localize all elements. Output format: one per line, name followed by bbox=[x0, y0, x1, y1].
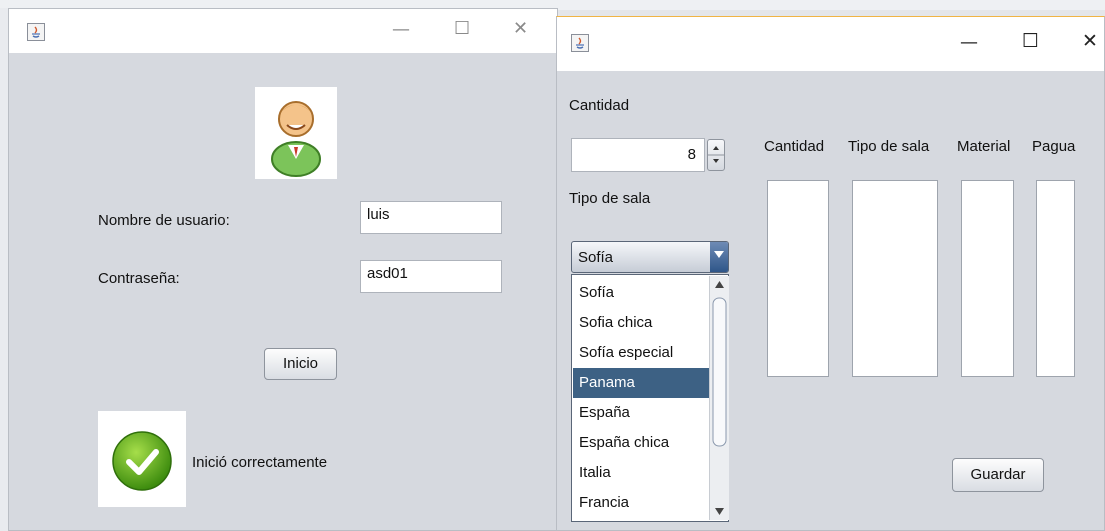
column-header-room-type: Tipo de sala bbox=[848, 138, 930, 155]
scroll-down-icon[interactable] bbox=[715, 508, 724, 515]
avatar bbox=[255, 87, 337, 179]
room-type-combobox[interactable]: Sofía bbox=[571, 241, 729, 273]
password-label: Contraseña: bbox=[98, 270, 180, 287]
order-titlebar: — ☐ ✕ bbox=[557, 17, 1104, 71]
close-button[interactable]: ✕ bbox=[1082, 30, 1098, 52]
maximize-button[interactable]: ☐ bbox=[454, 18, 470, 39]
dropdown-scrollbar[interactable] bbox=[709, 276, 729, 520]
quantity-label: Cantidad bbox=[569, 97, 630, 114]
combo-selected-value: Sofía bbox=[578, 249, 614, 266]
quantity-list[interactable] bbox=[767, 180, 829, 377]
spinner-down-icon[interactable] bbox=[713, 159, 719, 163]
login-window: — ☐ ✕ Nombre de usuario: luis Contraseña… bbox=[8, 8, 558, 531]
dropdown-option[interactable]: España chica bbox=[573, 428, 709, 458]
pagua-list[interactable] bbox=[1036, 180, 1075, 377]
username-label: Nombre de usuario: bbox=[98, 212, 230, 229]
dropdown-option-selected[interactable]: Panama bbox=[573, 368, 709, 398]
column-header-pagua: Pagua bbox=[1032, 138, 1076, 155]
dropdown-option[interactable]: Sofia chica bbox=[573, 308, 709, 338]
maximize-button[interactable]: ☐ bbox=[1022, 30, 1039, 52]
order-window: — ☐ ✕ Cantidad 8 Tipo de sala Sofía Sofí… bbox=[556, 16, 1105, 531]
quantity-spinner-input[interactable]: 8 bbox=[571, 138, 705, 172]
login-button[interactable]: Inicio bbox=[264, 348, 337, 380]
java-app-icon bbox=[27, 23, 45, 41]
room-type-label: Tipo de sala bbox=[569, 190, 651, 207]
minimize-button[interactable]: — bbox=[960, 32, 978, 53]
user-avatar-icon bbox=[271, 101, 321, 177]
checkmark-icon bbox=[112, 431, 172, 491]
scroll-up-icon[interactable] bbox=[715, 281, 724, 288]
dropdown-option[interactable]: Sofía especial bbox=[573, 338, 709, 368]
success-icon-frame bbox=[98, 411, 186, 507]
dropdown-option[interactable]: Francia bbox=[573, 488, 709, 518]
material-list[interactable] bbox=[961, 180, 1014, 377]
dropdown-option[interactable]: Italia bbox=[573, 458, 709, 488]
status-message: Inició correctamente bbox=[192, 454, 328, 471]
login-titlebar: — ☐ ✕ bbox=[9, 9, 557, 53]
column-header-quantity: Cantidad bbox=[764, 138, 825, 155]
dropdown-option[interactable]: Sofía bbox=[573, 278, 709, 308]
combo-arrow-icon[interactable] bbox=[710, 242, 728, 272]
username-field[interactable]: luis bbox=[360, 201, 502, 234]
room-type-list[interactable] bbox=[852, 180, 938, 377]
java-app-icon bbox=[571, 34, 589, 52]
close-button[interactable]: ✕ bbox=[513, 18, 528, 39]
scrollbar-thumb[interactable] bbox=[712, 297, 727, 447]
minimize-button[interactable]: — bbox=[392, 19, 410, 40]
column-header-material: Material bbox=[957, 138, 1011, 155]
room-type-dropdown: Sofía Sofia chica Sofía especial Panama … bbox=[571, 274, 729, 522]
dropdown-option[interactable]: España bbox=[573, 398, 709, 428]
password-field[interactable]: asd01 bbox=[360, 260, 502, 293]
quantity-spinner-buttons[interactable] bbox=[707, 139, 725, 171]
save-button[interactable]: Guardar bbox=[952, 458, 1044, 492]
spinner-up-icon[interactable] bbox=[713, 146, 719, 150]
